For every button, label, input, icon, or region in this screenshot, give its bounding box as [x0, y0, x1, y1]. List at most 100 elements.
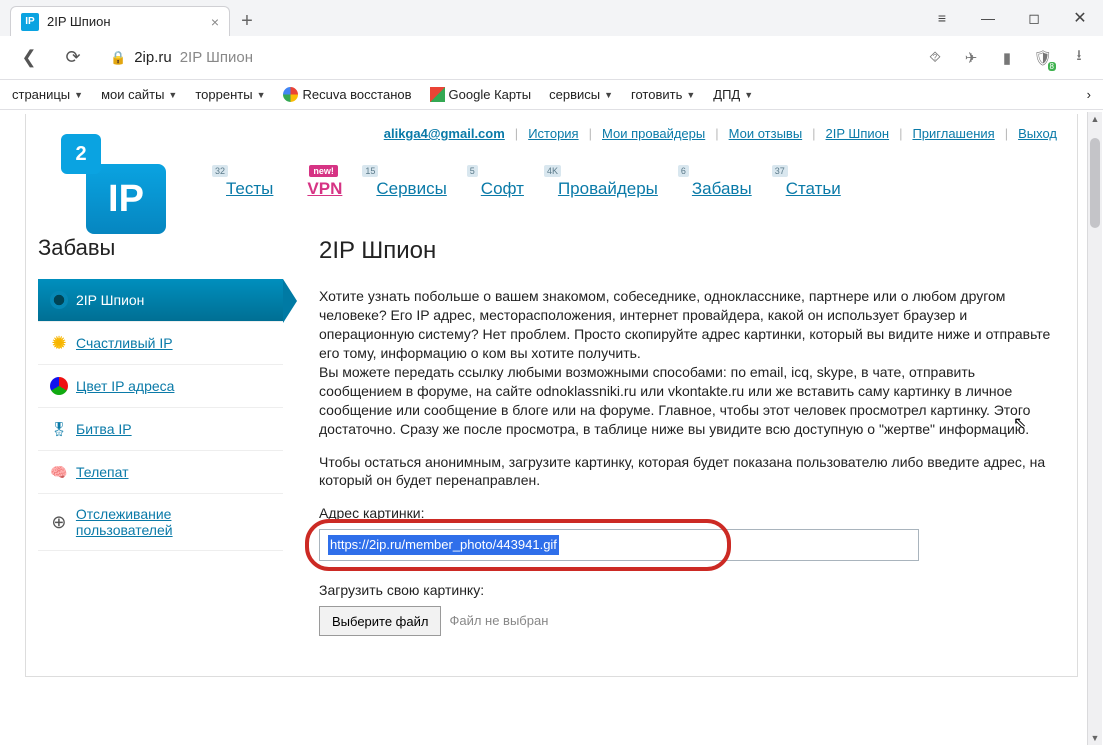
toolbar-icons: ⯑ ✈ ▮ 🛡8 ⭳	[925, 48, 1089, 68]
site-logo[interactable]: 2 IP	[61, 134, 171, 234]
nav-badge: 15	[362, 165, 378, 177]
nav-badge: 6	[678, 165, 689, 177]
medal-icon	[50, 420, 68, 438]
reload-button[interactable]: ⟳	[58, 43, 88, 73]
rocket-icon[interactable]: ✈	[961, 48, 981, 68]
scroll-down-icon[interactable]: ▼	[1088, 731, 1102, 745]
bookmark-item[interactable]: ДПД ▼	[713, 87, 753, 102]
user-email-link[interactable]: alikga4@gmail.com	[384, 126, 505, 141]
chevron-down-icon: ▼	[744, 90, 753, 100]
maximize-icon[interactable]: ◻	[1011, 0, 1057, 36]
intro-paragraph-2: Чтобы остаться анонимным, загрузите карт…	[319, 453, 1053, 491]
eye-icon	[50, 291, 68, 309]
bookmark-label: мои сайты	[101, 87, 164, 102]
brain-icon	[50, 463, 68, 481]
bookmark-item[interactable]: готовить▼	[631, 87, 695, 102]
back-button[interactable]: ❮	[14, 43, 44, 73]
bookmark-label: сервисы	[549, 87, 600, 102]
sidebar-item-label: Цвет IP адреса	[76, 378, 174, 394]
address-bar: ❮ ⟳ 🔒 2ip.ru 2IP Шпион ⯑ ✈ ▮ 🛡8 ⭳	[0, 36, 1103, 80]
ball-icon	[50, 377, 68, 395]
bookmark-item[interactable]: торренты ▼	[195, 87, 265, 102]
nav-Статьи[interactable]: Статьи37	[786, 179, 841, 199]
intro-paragraph-1: Хотите узнать побольше о вашем знакомом,…	[319, 287, 1053, 438]
url-rest: 2IP Шпион	[180, 49, 253, 66]
bookmark-item[interactable]: мои сайты ▼	[101, 87, 177, 102]
translate-icon[interactable]: ⯑	[925, 48, 945, 68]
nav-VPN[interactable]: VPNnew!	[307, 179, 342, 199]
bookmark-label: торренты	[195, 87, 252, 102]
image-url-input[interactable]: https://2ip.ru/member_photo/443941.gif	[319, 529, 919, 561]
sidebar-title: Забавы	[38, 235, 283, 261]
account-link[interactable]: Мои отзывы	[729, 126, 803, 141]
maps-icon	[430, 87, 445, 102]
account-link[interactable]: Приглашения	[912, 126, 994, 141]
nav-Провайдеры[interactable]: Провайдеры4K	[558, 179, 658, 199]
sidebar-item-eye[interactable]: 2IP Шпион	[38, 279, 283, 322]
bookmark-item[interactable]: страницы ▼	[12, 87, 83, 102]
scroll-up-icon[interactable]: ▲	[1088, 112, 1102, 126]
sidebar-item-brain[interactable]: Телепат	[38, 451, 283, 494]
bookmark-label: страницы	[12, 87, 70, 102]
page-title: 2IP Шпион	[319, 235, 1053, 267]
content-area: 2IP Шпион Хотите узнать побольше о вашем…	[319, 235, 1053, 636]
chevron-down-icon: ▼	[74, 90, 83, 100]
downloads-icon[interactable]: ⭳	[1069, 48, 1089, 68]
sidebar-item-sun[interactable]: Счастливый IP	[38, 322, 283, 365]
sidebar-item-target[interactable]: Отслеживание пользователей	[38, 494, 283, 551]
chevron-down-icon: ▼	[168, 90, 177, 100]
bookmark-icon[interactable]: ▮	[997, 48, 1017, 68]
image-url-value: https://2ip.ru/member_photo/443941.gif	[328, 535, 559, 555]
choose-file-button[interactable]: Выберите файл	[319, 606, 441, 636]
account-link[interactable]: 2IP Шпион	[826, 126, 890, 141]
page-viewport: alikga4@gmail.com | История | Мои провай…	[0, 110, 1103, 745]
chevron-down-icon: ▼	[686, 90, 695, 100]
sidebar-item-ball[interactable]: Цвет IP адреса	[38, 365, 283, 408]
nav-Забавы[interactable]: Забавы6	[692, 179, 752, 199]
close-window-icon[interactable]: ✕	[1057, 0, 1103, 36]
nav-badge: 37	[772, 165, 788, 177]
chevron-down-icon: ▼	[257, 90, 266, 100]
bookmark-label: Google Карты	[449, 87, 532, 102]
sidebar-item-label: Отслеживание пользователей	[76, 506, 271, 538]
bookmark-label: ДПД	[713, 87, 740, 102]
sidebar-item-medal[interactable]: Битва IP	[38, 408, 283, 451]
logo-small-icon: 2	[61, 134, 101, 174]
vertical-scrollbar[interactable]: ▲ ▼	[1087, 112, 1102, 745]
window-controls: ≡ — ◻ ✕	[919, 0, 1103, 36]
sidebar: Забавы 2IP Шпион Счастливый IP Цвет IP адр…	[38, 235, 283, 636]
account-link[interactable]: Мои провайдеры	[602, 126, 705, 141]
hamburger-icon[interactable]: ≡	[919, 0, 965, 36]
bookmarks-overflow[interactable]: ›	[1087, 87, 1091, 102]
nav-badge: 4K	[544, 165, 561, 177]
bookmark-item[interactable]: Recuva восстанов	[283, 87, 411, 102]
bookmark-item[interactable]: сервисы ▼	[549, 87, 613, 102]
adblock-shield-icon[interactable]: 🛡8	[1033, 48, 1053, 68]
tab-favicon-icon: IP	[21, 13, 39, 31]
browser-tab[interactable]: IP 2IP Шпион ×	[10, 6, 230, 36]
nav-badge: 5	[467, 165, 478, 177]
window-tab-strip: IP 2IP Шпион × + ≡ — ◻ ✕	[0, 0, 1103, 36]
nav-Софт[interactable]: Софт5	[481, 179, 524, 199]
account-links: alikga4@gmail.com | История | Мои провай…	[26, 114, 1077, 149]
sidebar-item-label: Счастливый IP	[76, 335, 173, 351]
main-nav: Тесты32 VPNnew! Сервисы15 Софт5 Провайдеры4K…	[26, 149, 1077, 219]
account-link[interactable]: Выход	[1018, 126, 1057, 141]
nav-Сервисы[interactable]: Сервисы15	[376, 179, 446, 199]
google-icon	[283, 87, 298, 102]
new-tab-button[interactable]: +	[230, 6, 264, 36]
url-field[interactable]: 🔒 2ip.ru 2IP Шпион	[102, 43, 911, 73]
account-link[interactable]: История	[528, 126, 578, 141]
lock-icon: 🔒	[110, 50, 126, 66]
upload-label: Загрузить свою картинку:	[319, 581, 1053, 600]
chevron-right-icon: ›	[1087, 87, 1091, 102]
bookmarks-bar: страницы ▼ мои сайты ▼ торренты ▼ Recuva восст…	[0, 80, 1103, 110]
nav-Тесты[interactable]: Тесты32	[226, 179, 273, 199]
bookmark-item[interactable]: Google Карты	[430, 87, 532, 102]
chevron-down-icon: ▼	[604, 90, 613, 100]
bookmark-label: Recuva восстанов	[302, 87, 411, 102]
scroll-thumb[interactable]	[1090, 138, 1100, 228]
new-badge: new!	[309, 165, 338, 177]
tab-close-icon[interactable]: ×	[211, 14, 219, 30]
minimize-icon[interactable]: —	[965, 0, 1011, 36]
